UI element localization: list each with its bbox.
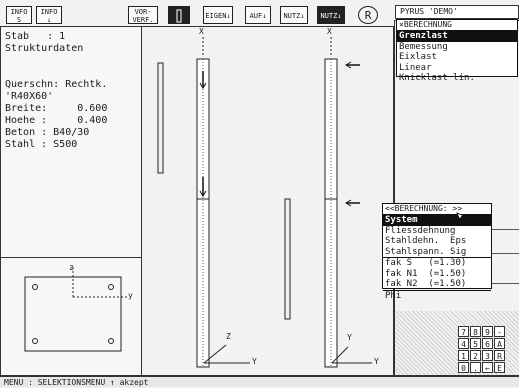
vor-verf-label: VOR- [134, 8, 152, 16]
info-line: Hoehe : 0.400 [5, 115, 108, 126]
left-x-label: X [199, 27, 204, 36]
left-y-label: Y [252, 357, 257, 366]
info-line: Beton : B40/30 [5, 127, 90, 138]
menu-item-linear[interactable]: Linear [397, 63, 517, 74]
key-8[interactable]: 8 [470, 326, 481, 337]
eigen-button[interactable]: EIGEN↓ [203, 6, 233, 24]
submenu-item-system[interactable]: System [383, 215, 491, 226]
submenu-item-stahldehnung[interactable]: Stahldehn. Eps [383, 236, 491, 247]
right-y-label: Y [374, 357, 379, 366]
info-down-button[interactable]: INFO ↓ [36, 6, 62, 24]
structure-drawing [157, 37, 372, 368]
info-s-sublabel: S [16, 16, 22, 24]
right-y-small-label: Y [347, 333, 352, 342]
menu-item-grenzlast[interactable]: Grenzlast [397, 31, 517, 42]
info-line: Breite: 0.600 [5, 103, 108, 114]
menu-item-knicklast[interactable]: Knicklast lin. [397, 73, 517, 84]
info-line: Strukturdaten [5, 43, 84, 54]
submenu-item-stahlspannung[interactable]: Stahlspann. Sig [383, 247, 491, 258]
menu-item-eixlast[interactable]: Eixlast [397, 52, 517, 63]
info-line: Stab : 1 [5, 31, 66, 42]
right-x-label: X [327, 27, 332, 36]
column-icon [176, 9, 182, 23]
info-s-button[interactable]: INFO S [6, 6, 32, 24]
calc-submenu[interactable]: <<BERECHNUNG: >> System Fliessdehnung St… [382, 203, 492, 301]
calc-submenu-header: <<BERECHNUNG: >> [383, 204, 491, 215]
drawing-canvas[interactable]: X X Z Y Y Y [142, 26, 394, 376]
key-4[interactable]: 4 [458, 338, 469, 349]
key-minus[interactable]: - [494, 326, 505, 337]
cross-section-drawing [24, 267, 129, 352]
param-fak-n1[interactable]: fak N1 (=1.50) [383, 269, 491, 280]
berechnung-menu-header: ×BERECHNUNG [397, 20, 517, 31]
numeric-keypad: 7 8 9 - 4 5 6 A 1 2 3 R 0 . ← E [458, 326, 519, 376]
key-7[interactable]: 7 [458, 326, 469, 337]
info-down-sublabel: ↓ [46, 16, 52, 24]
info-panel: Stab : 1 Strukturdaten Querschn: Rechtk.… [0, 26, 142, 376]
key-backspace[interactable]: ← [482, 362, 493, 373]
submenu-item-phi[interactable]: Phi [383, 291, 491, 302]
param-fak-s[interactable]: fak S (=1.30) [383, 258, 491, 269]
info-line: Querschn: Rechtk. [5, 79, 108, 90]
info-down-label: INFO [40, 8, 58, 16]
berechnung-menu[interactable]: ×BERECHNUNG Grenzlast Bemessung Eixlast … [396, 19, 518, 83]
key-2[interactable]: 2 [470, 350, 481, 361]
param-fak-n2[interactable]: fak N2 (=1.50) [383, 279, 491, 290]
column-tool-button[interactable] [168, 6, 190, 24]
key-1[interactable]: 1 [458, 350, 469, 361]
nutz-button-1[interactable]: NUTZ↓ [280, 6, 308, 24]
info-s-label: INFO [10, 8, 28, 16]
section-y-label: y [128, 291, 133, 300]
key-9[interactable]: 9 [482, 326, 493, 337]
key-enter[interactable]: E [494, 362, 505, 373]
menu-item-bemessung[interactable]: Bemessung [397, 42, 517, 53]
auf-button[interactable]: AUF↓ [245, 6, 271, 24]
left-z-label: Z [226, 332, 231, 341]
key-3[interactable]: 3 [482, 350, 493, 361]
key-6[interactable]: 6 [482, 338, 493, 349]
key-dot[interactable]: . [470, 362, 481, 373]
nutz-button-2[interactable]: NUTZ↓ [317, 6, 345, 24]
key-r[interactable]: R [494, 350, 505, 361]
vor-verf-button[interactable]: VOR- VERF. [128, 6, 158, 24]
r-button[interactable]: R [358, 6, 378, 24]
info-line: 'R40X60' [5, 91, 54, 102]
info-line: Stahl : S500 [5, 139, 78, 150]
status-bar: MENU : SELEKTIONSMENU ↑ akzept [0, 376, 519, 387]
submenu-item-fliessdehnung[interactable]: Fliessdehnung [383, 226, 491, 237]
section-z-label: z [69, 263, 74, 272]
key-5[interactable]: 5 [470, 338, 481, 349]
vor-verf-sublabel: VERF. [132, 16, 154, 24]
panel-divider [1, 257, 141, 258]
mouse-cursor-icon [456, 212, 466, 222]
key-a[interactable]: A [494, 338, 505, 349]
program-title: PYRUS 'DEMO' [395, 5, 519, 19]
key-0[interactable]: 0 [458, 362, 469, 373]
